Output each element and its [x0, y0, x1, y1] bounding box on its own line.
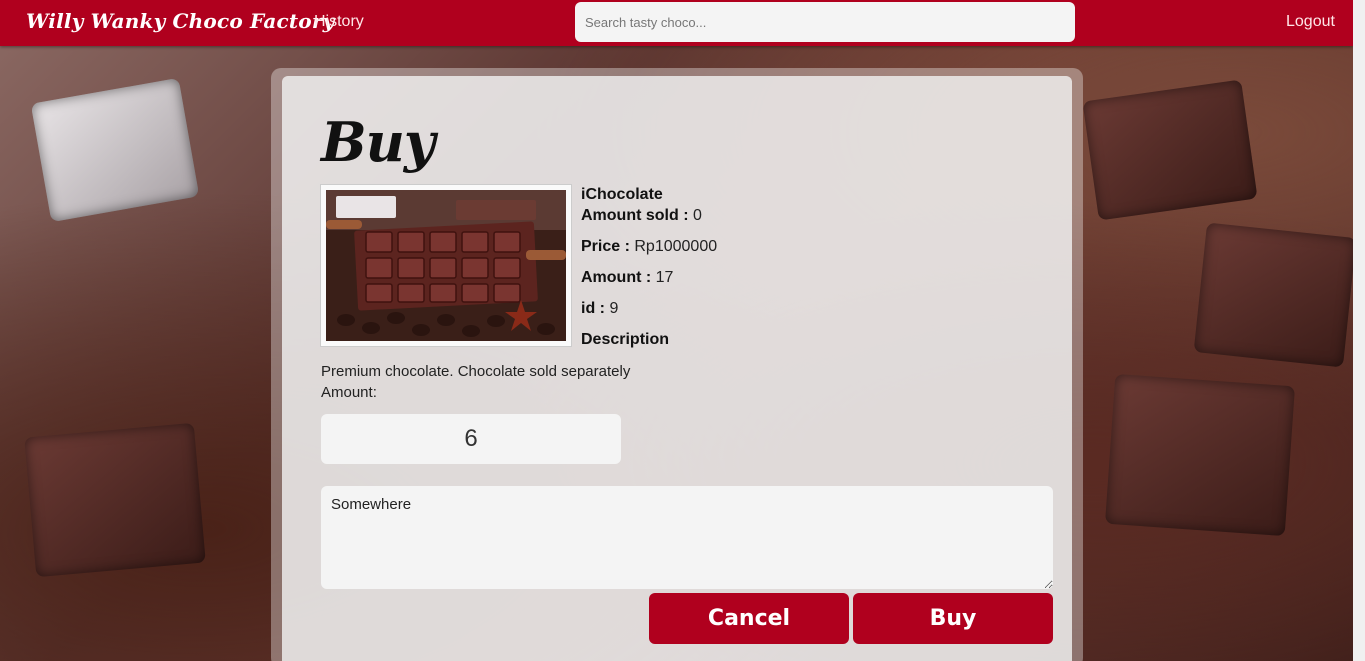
- nav-history-link[interactable]: History: [314, 13, 364, 31]
- background-chocolate-tile: [24, 422, 206, 578]
- page-scrollbar[interactable]: [1353, 0, 1365, 661]
- product-amount: Amount : 17: [581, 269, 674, 286]
- product-description: Premium chocolate. Chocolate sold separa…: [321, 363, 631, 380]
- product-description-label: Description: [581, 331, 670, 348]
- chocolate-bar-image: [326, 190, 566, 341]
- product-id: id : 9: [581, 300, 619, 317]
- address-textarea[interactable]: Somewhere: [321, 486, 1053, 589]
- product-price: Price : Rp1000000: [581, 238, 718, 255]
- amount-input[interactable]: [321, 414, 621, 464]
- product-name: iChocolate: [581, 186, 663, 203]
- background-chocolate-tile: [30, 77, 200, 223]
- amount-field-label: Amount:: [321, 384, 377, 401]
- brand-logo[interactable]: Willy Wanky Choco Factory: [26, 9, 334, 33]
- cancel-button[interactable]: Cancel: [649, 593, 849, 644]
- product-amount-sold: Amount sold : 0: [581, 207, 702, 224]
- background-chocolate-tile: [1104, 373, 1296, 537]
- navbar: Willy Wanky Choco Factory History Logout: [0, 0, 1353, 46]
- search-input[interactable]: [575, 2, 1075, 42]
- buy-button[interactable]: Buy: [853, 593, 1053, 644]
- page-title: Buy: [321, 110, 435, 174]
- background-chocolate-tile: [1193, 222, 1357, 368]
- background-chocolate-tile: [1082, 79, 1258, 221]
- nav-logout-link[interactable]: Logout: [1286, 13, 1335, 31]
- product-image: [320, 184, 572, 347]
